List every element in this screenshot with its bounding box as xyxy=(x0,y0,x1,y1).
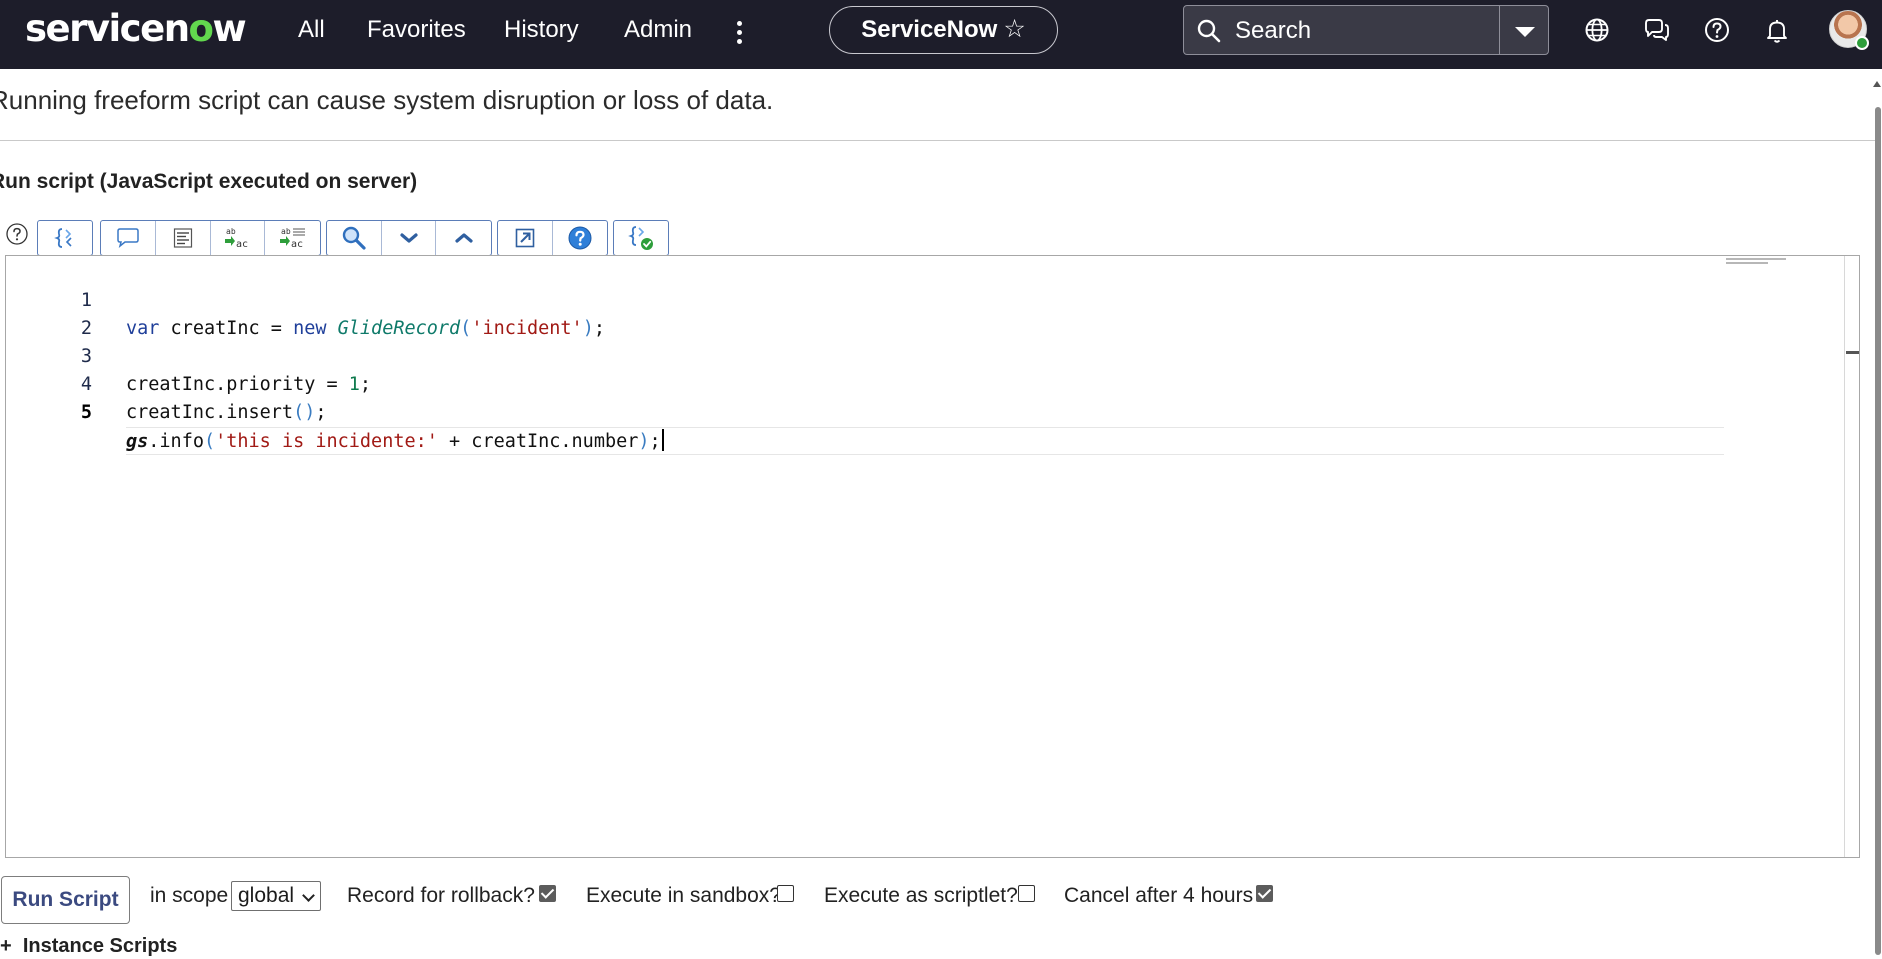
replace-icon: ab ac xyxy=(225,227,248,250)
svg-text:ac: ac xyxy=(291,239,303,250)
toolbar-group-check xyxy=(613,220,669,256)
replace-all-button[interactable]: ab ac xyxy=(265,221,320,255)
code-line: 3 creatInc.priority = 1; xyxy=(6,315,1844,395)
format-document-icon xyxy=(173,228,192,248)
format-code-icon xyxy=(54,228,72,248)
scrollbar-thumb[interactable] xyxy=(1875,107,1881,955)
sandbox-label: Execute in sandbox? xyxy=(586,884,781,907)
editor-scroll-marker[interactable] xyxy=(1846,351,1859,354)
toolbar-group-view xyxy=(497,220,608,256)
help-icon[interactable] xyxy=(1702,15,1732,45)
find-next-icon xyxy=(399,233,418,243)
nav-history[interactable]: History xyxy=(504,15,579,45)
search-button[interactable] xyxy=(327,221,382,255)
format-document-button[interactable] xyxy=(156,221,211,255)
rollback-checkbox[interactable] xyxy=(539,885,556,902)
section-title: Run script (JavaScript executed on serve… xyxy=(0,170,418,193)
run-script-button[interactable]: Run Script xyxy=(1,876,130,924)
code-text[interactable]: gs.info('this is incidente:' + creatInc.… xyxy=(126,427,1724,455)
chevron-down-icon xyxy=(302,889,315,902)
replace-button[interactable]: ab ac xyxy=(211,221,266,255)
chat-icon[interactable] xyxy=(1642,15,1672,45)
global-search-input[interactable]: Search xyxy=(1183,5,1500,55)
globe-icon[interactable] xyxy=(1582,15,1612,45)
scope-label: in scope xyxy=(150,884,229,907)
search-icon xyxy=(342,226,366,250)
script-editor[interactable]: 1 var creatInc = new GlideRecord('incide… xyxy=(5,255,1860,858)
scope-value: global xyxy=(238,884,295,907)
code-line-active: 5 gs.info('this is incidente:' + creatIn… xyxy=(6,371,1844,455)
rollback-label: Record for rollback? xyxy=(347,884,535,907)
nav-favorites[interactable]: Favorites xyxy=(367,15,466,45)
search-scope-dropdown[interactable] xyxy=(1499,5,1549,55)
servicenow-logo[interactable]: servicenow xyxy=(25,6,247,52)
svg-text:ac: ac xyxy=(236,239,248,250)
find-previous-button[interactable] xyxy=(436,221,491,255)
bell-icon[interactable] xyxy=(1762,15,1792,45)
format-code-button[interactable] xyxy=(38,221,92,255)
instance-scripts-label: Instance Scripts xyxy=(22,935,178,957)
toggle-comment-button[interactable] xyxy=(101,221,156,255)
scriptlet-checkbox[interactable] xyxy=(1018,885,1035,902)
toolbar-group-search xyxy=(326,220,492,256)
svg-text:ab: ab xyxy=(281,227,291,236)
status-indicator xyxy=(1855,36,1869,50)
avatar[interactable] xyxy=(1829,10,1869,50)
syntax-check-icon xyxy=(628,226,653,250)
instance-name-pill[interactable]: ServiceNow ☆ xyxy=(829,6,1058,54)
text-cursor xyxy=(661,429,664,451)
warning-message: Running freeform script can cause system… xyxy=(0,85,774,115)
nav-all[interactable]: All xyxy=(298,15,325,45)
toolbar-group-edit: ab ac ab ac xyxy=(100,220,321,256)
toggle-comment-icon xyxy=(117,228,139,248)
instance-name: ServiceNow xyxy=(861,16,998,43)
search-placeholder: Search xyxy=(1235,17,1312,44)
page-scrollbar[interactable] xyxy=(1872,69,1882,955)
cancel-after-checkbox[interactable] xyxy=(1256,885,1273,902)
more-menu-icon[interactable] xyxy=(732,14,746,46)
editor-overview-ruler xyxy=(1844,256,1845,857)
instance-scripts-toggle[interactable]: + Instance Scripts xyxy=(0,933,177,959)
svg-text:ab: ab xyxy=(226,227,236,236)
sandbox-checkbox[interactable] xyxy=(777,885,794,902)
star-icon[interactable]: ☆ xyxy=(1003,7,1025,52)
fullscreen-button[interactable] xyxy=(498,221,553,255)
replace-all-icon: ab ac xyxy=(279,227,305,250)
top-navigation-bar: servicenow All Favorites History Admin S… xyxy=(0,0,1882,69)
fullscreen-icon xyxy=(515,228,535,248)
code-line: 2 xyxy=(6,287,1844,339)
syntax-check-button[interactable] xyxy=(614,221,668,255)
code-line: 1 var creatInc = new GlideRecord('incide… xyxy=(6,259,1844,339)
find-previous-icon xyxy=(455,233,473,243)
script-help-button[interactable] xyxy=(553,221,608,255)
help-icon[interactable] xyxy=(5,222,29,246)
find-next-button[interactable] xyxy=(382,221,437,255)
nav-admin[interactable]: Admin xyxy=(624,15,692,45)
chevron-down-icon xyxy=(1515,27,1535,37)
toolbar-group-format xyxy=(37,220,93,256)
script-help-icon xyxy=(568,226,592,250)
line-number: 5 xyxy=(80,402,92,423)
expand-icon: + xyxy=(0,935,12,957)
scope-select[interactable]: global xyxy=(231,881,321,911)
divider xyxy=(0,140,1876,141)
code-text[interactable]: creatInc.insert(); xyxy=(126,399,1724,427)
cancel-after-label: Cancel after 4 hours xyxy=(1064,884,1254,907)
code-line: 4 creatInc.insert(); xyxy=(6,343,1844,423)
search-icon xyxy=(1197,19,1221,43)
scriptlet-label: Execute as scriptlet? xyxy=(824,884,1018,907)
scroll-up-icon[interactable] xyxy=(1873,81,1881,87)
